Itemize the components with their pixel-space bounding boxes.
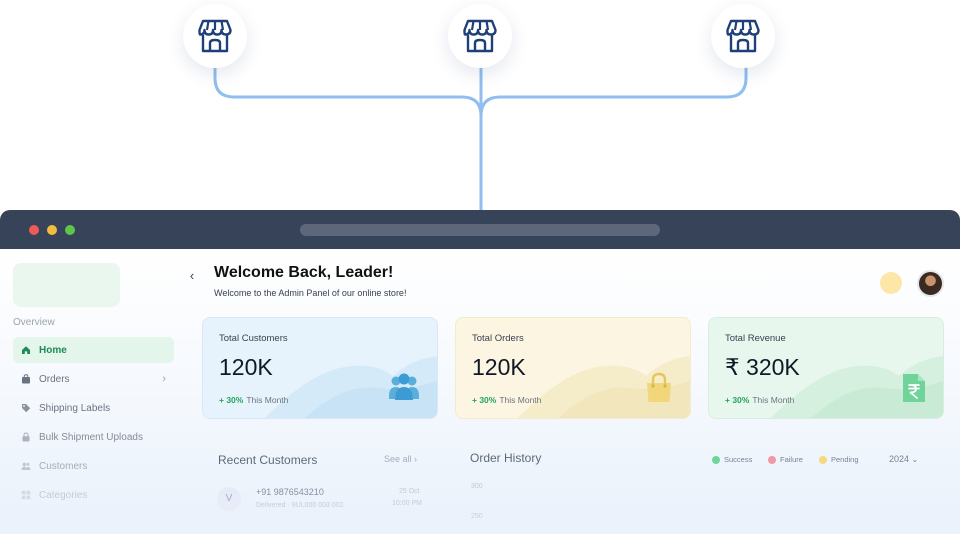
browser-titlebar xyxy=(0,210,960,249)
customer-phone: +91 9876543210 xyxy=(256,487,324,497)
stat-card-customers: Total Customers 120K + 30% This Month xyxy=(202,317,438,419)
year-select[interactable]: 2024 ⌄ xyxy=(889,454,918,464)
grid-icon xyxy=(19,490,33,500)
browser-window: Overview Home Orders › Shipping Labels B… xyxy=(0,210,960,534)
customer-date: 25 Oct xyxy=(399,488,420,495)
sidebar-item-bulk-shipment-uploads[interactable]: Bulk Shipment Uploads xyxy=(13,424,174,450)
stat-change: + 30% This Month xyxy=(472,395,542,405)
sidebar-item-label: Shipping Labels xyxy=(39,402,111,414)
sidebar-item-shipping-labels[interactable]: Shipping Labels xyxy=(13,395,174,421)
chevron-right-icon: › xyxy=(162,373,166,385)
sidebar-item-categories[interactable]: Categories xyxy=(13,482,174,508)
users-icon xyxy=(387,372,421,407)
sidebar-item-label: Categories xyxy=(39,489,88,501)
stat-label: Total Revenue xyxy=(725,333,786,344)
tag-icon xyxy=(19,403,33,413)
y-axis-tick: 250 xyxy=(471,513,483,520)
page-title: Welcome Back, Leader! xyxy=(214,264,394,281)
address-bar[interactable] xyxy=(300,224,660,236)
sidebar-section-label: Overview xyxy=(13,317,55,328)
sidebar-item-customers[interactable]: Customers xyxy=(13,453,174,479)
customer-time: 10:00 PM xyxy=(392,500,422,507)
close-window-dot[interactable] xyxy=(29,225,39,235)
sidebar-item-label: Bulk Shipment Uploads xyxy=(39,431,143,443)
home-icon xyxy=(19,345,33,355)
maximize-window-dot[interactable] xyxy=(65,225,75,235)
customer-subtext: Delivered · 9UL000 003 002 xyxy=(256,502,344,509)
stat-value: 120K xyxy=(219,354,273,380)
minimize-window-dot[interactable] xyxy=(47,225,57,235)
stat-value: 120K xyxy=(472,354,526,380)
stat-value: ₹ 320K xyxy=(725,354,800,380)
y-axis-tick: 300 xyxy=(471,483,483,490)
stat-label: Total Orders xyxy=(472,333,524,344)
legend-success: Success xyxy=(712,455,752,464)
stat-card-revenue: Total Revenue ₹ 320K + 30% This Month xyxy=(708,317,944,419)
admin-app: Overview Home Orders › Shipping Labels B… xyxy=(0,249,960,534)
sidebar-item-label: Customers xyxy=(39,460,88,472)
users-icon xyxy=(19,461,33,471)
stat-change: + 30% This Month xyxy=(219,395,289,405)
bag-icon xyxy=(19,374,33,384)
back-chevron-icon[interactable]: ‹ xyxy=(185,269,199,283)
order-history-title: Order History xyxy=(470,451,542,465)
store-node-3 xyxy=(711,4,775,68)
legend-failure: Failure xyxy=(768,455,803,464)
see-all-link[interactable]: See all › xyxy=(384,454,417,464)
sidebar-item-label: Orders xyxy=(39,373,70,385)
stat-card-orders: Total Orders 120K + 30% This Month xyxy=(455,317,691,419)
page-subtitle: Welcome to the Admin Panel of our online… xyxy=(214,288,407,298)
store-icon xyxy=(463,19,497,53)
legend-pending: Pending xyxy=(819,455,859,464)
sidebar-item-orders[interactable]: Orders › xyxy=(13,366,174,392)
chevron-down-icon: ⌄ xyxy=(911,455,919,464)
main-content: ‹ Welcome Back, Leader! Welcome to the A… xyxy=(185,249,960,534)
store-icon xyxy=(726,19,760,53)
user-avatar[interactable] xyxy=(917,270,944,297)
sidebar: Overview Home Orders › Shipping Labels B… xyxy=(0,249,185,534)
stat-change: + 30% This Month xyxy=(725,395,795,405)
chevron-right-icon: › xyxy=(414,454,418,464)
store-node-1 xyxy=(183,4,247,68)
store-icon xyxy=(198,19,232,53)
lock-icon xyxy=(19,432,33,442)
shopping-bag-icon xyxy=(644,372,674,409)
logo-placeholder xyxy=(13,263,120,307)
sidebar-item-label: Home xyxy=(39,344,67,356)
customer-avatar: V xyxy=(217,487,241,511)
store-node-2 xyxy=(448,4,512,68)
rupee-document-icon xyxy=(901,372,927,409)
stat-label: Total Customers xyxy=(219,333,288,344)
recent-customers-title: Recent Customers xyxy=(218,453,318,467)
notification-indicator[interactable] xyxy=(880,272,902,294)
sidebar-item-home[interactable]: Home xyxy=(13,337,174,363)
hero-illustration: Overview Home Orders › Shipping Labels B… xyxy=(0,0,960,534)
